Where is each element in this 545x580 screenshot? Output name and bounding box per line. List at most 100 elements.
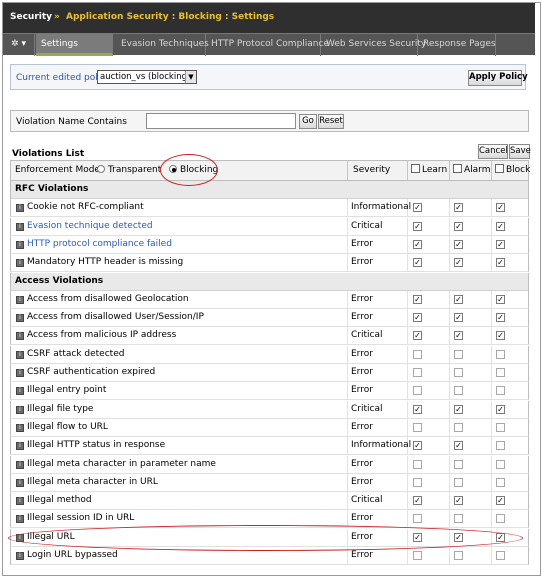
- alarm-checkbox[interactable]: [454, 478, 463, 487]
- alarm-checkbox[interactable]: ✓: [454, 441, 463, 450]
- learn-all-checkbox[interactable]: [411, 164, 420, 173]
- block-all-checkbox[interactable]: [495, 164, 504, 173]
- info-icon[interactable]: i: [16, 479, 24, 487]
- info-icon[interactable]: i: [16, 424, 24, 432]
- block-checkbox[interactable]: [496, 478, 505, 487]
- block-checkbox[interactable]: [496, 350, 505, 359]
- tab-http-protocol-compliance[interactable]: HTTP Protocol Compliance: [206, 34, 329, 56]
- block-checkbox[interactable]: ✓: [496, 222, 505, 231]
- alarm-checkbox[interactable]: ✓: [454, 258, 463, 267]
- violation-name-input[interactable]: [146, 113, 296, 129]
- cancel-button[interactable]: Cancel: [478, 144, 508, 159]
- info-icon[interactable]: i: [16, 497, 24, 505]
- info-icon[interactable]: i: [16, 332, 24, 340]
- apply-policy-button[interactable]: Apply Policy: [468, 70, 528, 86]
- learn-checkbox[interactable]: ✓: [413, 533, 422, 542]
- info-icon[interactable]: i: [16, 351, 24, 359]
- alarm-checkbox[interactable]: [454, 386, 463, 395]
- block-checkbox[interactable]: ✓: [496, 533, 505, 542]
- learn-checkbox[interactable]: [413, 514, 422, 523]
- info-icon[interactable]: i: [16, 296, 24, 304]
- info-icon[interactable]: i: [16, 552, 24, 560]
- learn-checkbox[interactable]: ✓: [413, 240, 422, 249]
- block-checkbox[interactable]: [496, 441, 505, 450]
- learn-checkbox[interactable]: ✓: [413, 496, 422, 505]
- alarm-checkbox[interactable]: ✓: [454, 405, 463, 414]
- block-checkbox[interactable]: ✓: [496, 258, 505, 267]
- learn-checkbox[interactable]: ✓: [413, 441, 422, 450]
- info-icon[interactable]: i: [16, 406, 24, 414]
- learn-checkbox[interactable]: ✓: [413, 222, 422, 231]
- alarm-column-header[interactable]: Alarm: [453, 161, 490, 180]
- learn-column-header[interactable]: Learn: [411, 161, 447, 180]
- info-icon[interactable]: i: [16, 241, 24, 249]
- save-button[interactable]: Save: [509, 144, 531, 159]
- alarm-checkbox[interactable]: ✓: [454, 222, 463, 231]
- violation-name[interactable]: HTTP protocol compliance failed: [27, 236, 172, 253]
- reset-button[interactable]: Reset: [318, 114, 344, 129]
- learn-checkbox[interactable]: [413, 350, 422, 359]
- learn-checkbox[interactable]: [413, 460, 422, 469]
- violation-name[interactable]: Evasion technique detected: [27, 218, 153, 235]
- learn-checkbox[interactable]: ✓: [413, 405, 422, 414]
- tab-web-services-security[interactable]: Web Services Security: [321, 34, 426, 56]
- policy-select[interactable]: auction_vs (blocking) ▼: [97, 70, 197, 84]
- info-icon[interactable]: i: [16, 442, 24, 450]
- info-icon[interactable]: i: [16, 259, 24, 267]
- alarm-checkbox[interactable]: ✓: [454, 331, 463, 340]
- blocking-radio[interactable]: [169, 165, 177, 173]
- block-checkbox[interactable]: ✓: [496, 203, 505, 212]
- gear-menu-button[interactable]: ✲ ▾: [3, 34, 35, 56]
- alarm-checkbox[interactable]: ✓: [454, 313, 463, 322]
- breadcrumb-security[interactable]: Security: [10, 12, 52, 22]
- info-icon[interactable]: i: [16, 515, 24, 523]
- learn-checkbox[interactable]: [413, 368, 422, 377]
- learn-checkbox[interactable]: ✓: [413, 203, 422, 212]
- tab-evasion-techniques[interactable]: Evasion Techniques: [116, 34, 209, 56]
- alarm-checkbox[interactable]: [454, 551, 463, 560]
- learn-checkbox[interactable]: ✓: [413, 295, 422, 304]
- info-icon[interactable]: i: [16, 369, 24, 377]
- block-checkbox[interactable]: [496, 368, 505, 377]
- go-button[interactable]: Go: [299, 114, 317, 129]
- block-column-header[interactable]: Block: [495, 161, 530, 180]
- block-checkbox[interactable]: ✓: [496, 496, 505, 505]
- alarm-checkbox[interactable]: ✓: [454, 295, 463, 304]
- learn-checkbox[interactable]: ✓: [413, 258, 422, 267]
- breadcrumb-path[interactable]: Application Security : Blocking : Settin…: [66, 12, 274, 22]
- block-checkbox[interactable]: ✓: [496, 405, 505, 414]
- alarm-checkbox[interactable]: [454, 423, 463, 432]
- info-icon[interactable]: i: [16, 461, 24, 469]
- block-checkbox[interactable]: ✓: [496, 295, 505, 304]
- block-checkbox[interactable]: ✓: [496, 313, 505, 322]
- mode-blocking-option[interactable]: Blocking: [169, 161, 218, 180]
- alarm-checkbox[interactable]: [454, 460, 463, 469]
- tab-response-pages[interactable]: Response Pages: [418, 34, 496, 56]
- learn-checkbox[interactable]: ✓: [413, 331, 422, 340]
- alarm-checkbox[interactable]: [454, 350, 463, 359]
- info-icon[interactable]: i: [16, 314, 24, 322]
- learn-checkbox[interactable]: [413, 423, 422, 432]
- transparent-radio[interactable]: [97, 165, 105, 173]
- block-checkbox[interactable]: [496, 423, 505, 432]
- alarm-checkbox[interactable]: ✓: [454, 533, 463, 542]
- block-checkbox[interactable]: [496, 460, 505, 469]
- learn-checkbox[interactable]: [413, 478, 422, 487]
- alarm-checkbox[interactable]: [454, 368, 463, 377]
- block-checkbox[interactable]: ✓: [496, 240, 505, 249]
- block-checkbox[interactable]: [496, 551, 505, 560]
- info-icon[interactable]: i: [16, 223, 24, 231]
- block-checkbox[interactable]: ✓: [496, 331, 505, 340]
- tab-settings[interactable]: Settings: [36, 34, 113, 56]
- alarm-checkbox[interactable]: ✓: [454, 240, 463, 249]
- block-checkbox[interactable]: [496, 514, 505, 523]
- alarm-all-checkbox[interactable]: [453, 164, 462, 173]
- block-checkbox[interactable]: [496, 386, 505, 395]
- info-icon[interactable]: i: [16, 387, 24, 395]
- learn-checkbox[interactable]: [413, 386, 422, 395]
- info-icon[interactable]: i: [16, 534, 24, 542]
- alarm-checkbox[interactable]: [454, 514, 463, 523]
- alarm-checkbox[interactable]: ✓: [454, 496, 463, 505]
- alarm-checkbox[interactable]: ✓: [454, 203, 463, 212]
- info-icon[interactable]: i: [16, 204, 24, 212]
